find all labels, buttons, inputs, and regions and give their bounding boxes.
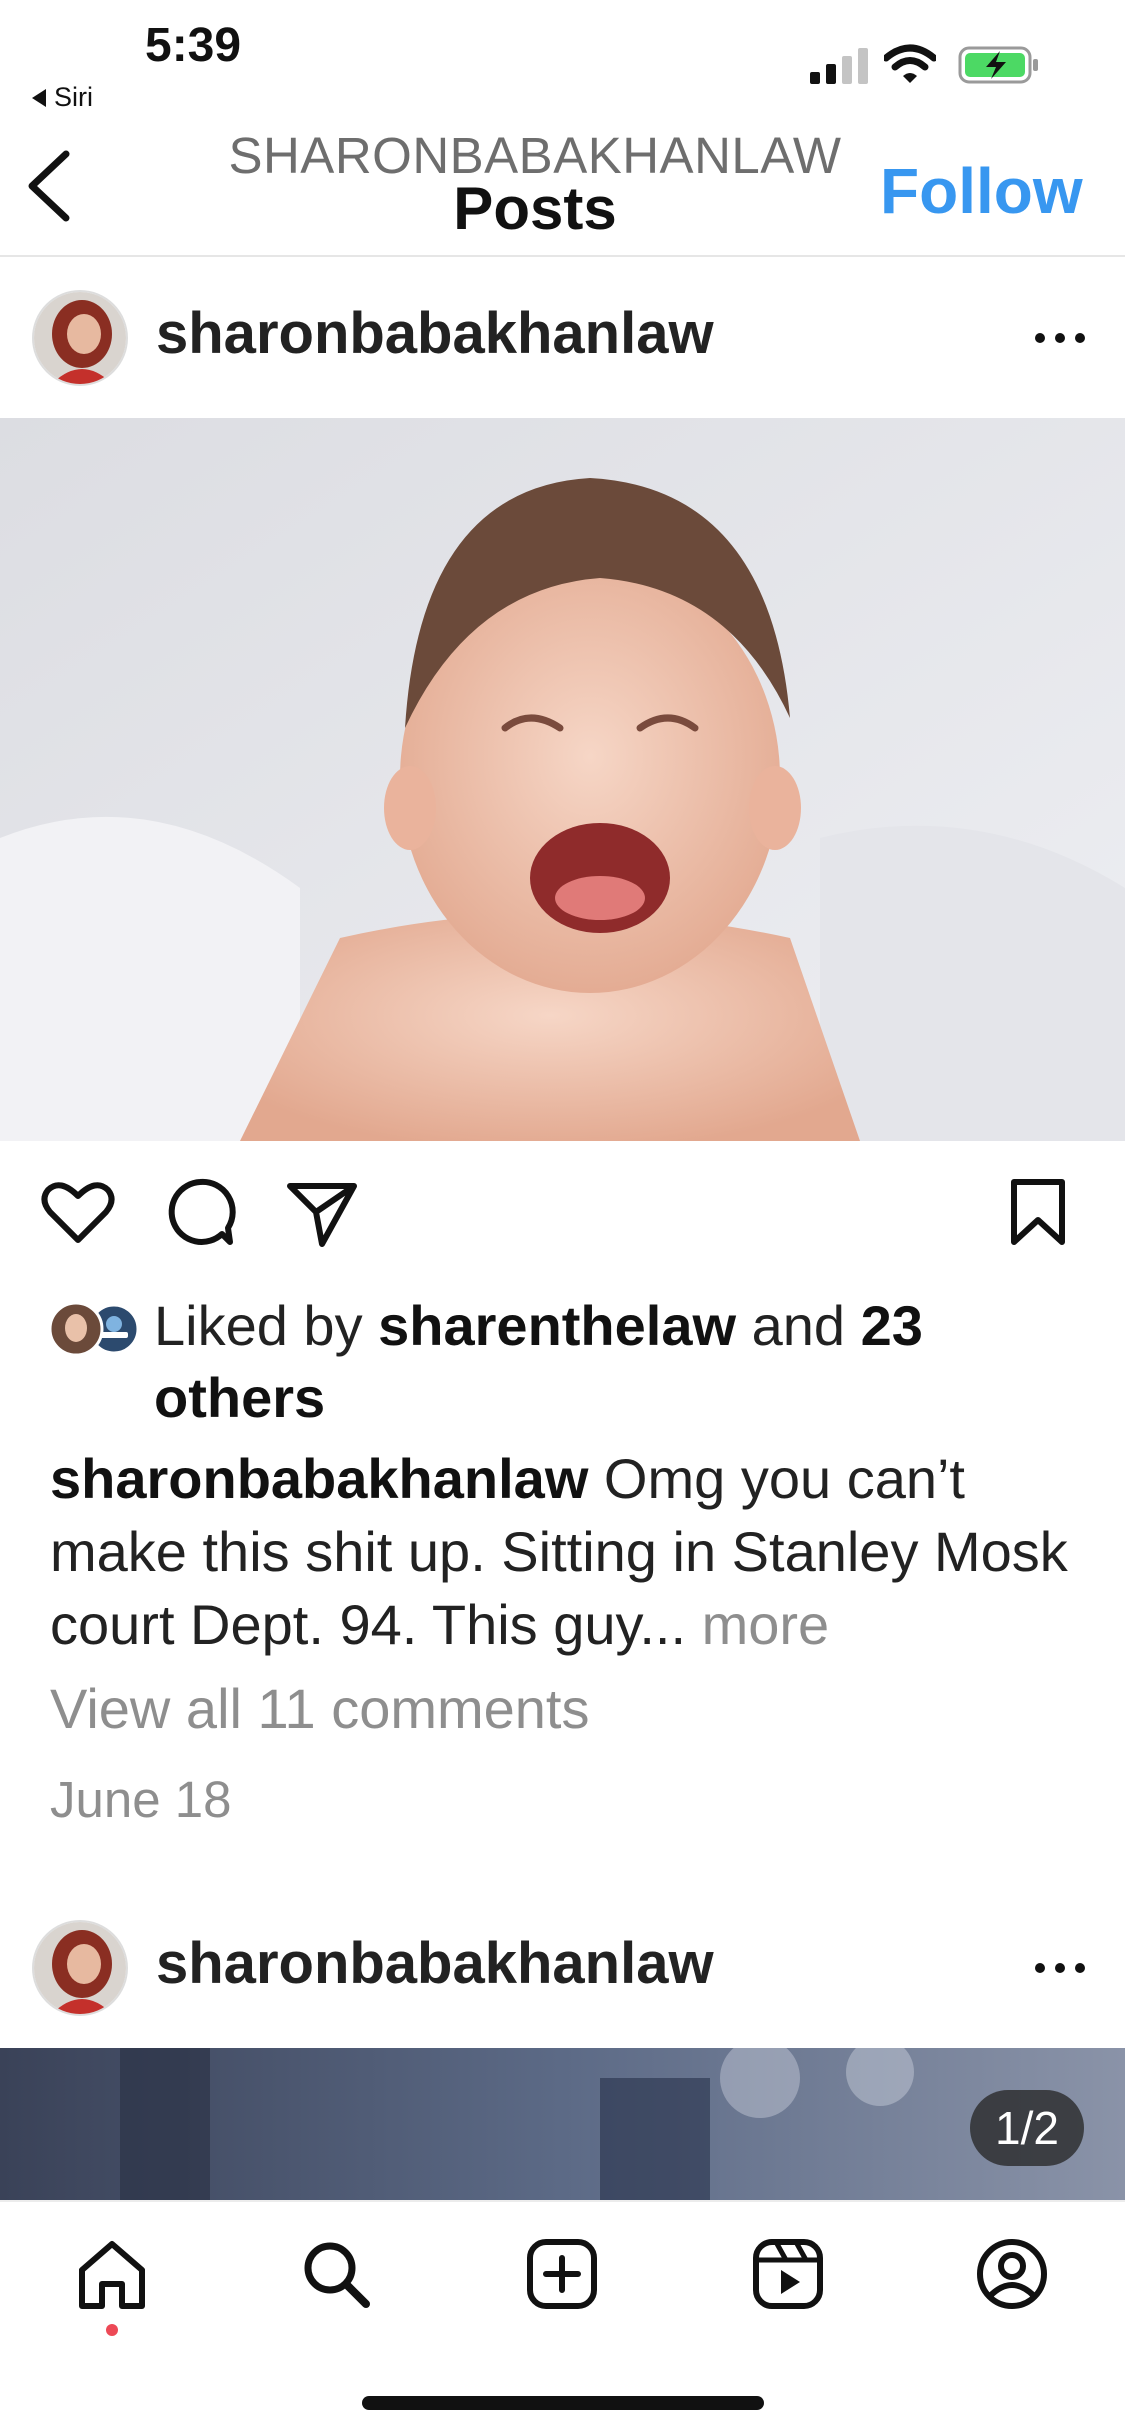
follow-button[interactable]: Follow bbox=[880, 154, 1083, 228]
post-image[interactable] bbox=[0, 418, 1125, 1141]
post-date: June 18 bbox=[50, 1771, 232, 1828]
back-to-app[interactable]: Siri bbox=[32, 82, 93, 113]
avatar-image bbox=[34, 292, 126, 384]
liked-count[interactable]: 23 bbox=[861, 1294, 923, 1357]
more-options-icon[interactable] bbox=[1030, 328, 1090, 348]
home-icon[interactable] bbox=[72, 2234, 152, 2314]
laughing-baby-photo bbox=[0, 418, 1125, 1141]
signal-icon bbox=[810, 48, 868, 84]
post-username[interactable]: sharonbabakhanlaw bbox=[156, 1930, 714, 1997]
home-indicator[interactable] bbox=[362, 2396, 764, 2410]
post-caption: sharonbabakhanlaw Omg you can’t make thi… bbox=[50, 1442, 1070, 1661]
view-comments-link[interactable]: View all 11 comments bbox=[50, 1676, 590, 1741]
post-username[interactable]: sharonbabakhanlaw bbox=[156, 300, 714, 367]
create-icon[interactable] bbox=[522, 2234, 602, 2314]
battery-charging-icon bbox=[958, 46, 1038, 84]
profile-icon[interactable] bbox=[972, 2234, 1052, 2314]
status-time: 5:39 bbox=[145, 19, 242, 72]
post-image[interactable] bbox=[0, 2048, 1125, 2200]
liked-prefix: Liked by bbox=[154, 1294, 379, 1357]
header-divider bbox=[0, 255, 1125, 257]
back-triangle-icon bbox=[32, 88, 46, 107]
liked-others[interactable]: others bbox=[154, 1366, 325, 1429]
carousel-indicator: 1/2 bbox=[970, 2090, 1084, 2166]
bookmark-icon[interactable] bbox=[998, 1172, 1078, 1252]
share-icon[interactable] bbox=[282, 1172, 362, 1252]
liked-user-link[interactable]: sharenthelaw bbox=[378, 1294, 736, 1357]
back-app-label: Siri bbox=[54, 82, 93, 112]
comment-icon[interactable] bbox=[160, 1172, 240, 1252]
wifi-icon bbox=[884, 44, 936, 83]
avatar-image bbox=[34, 1922, 126, 2014]
heart-icon[interactable] bbox=[38, 1172, 118, 1252]
liked-by-avatars bbox=[48, 1301, 140, 1357]
reels-icon[interactable] bbox=[748, 2234, 828, 2314]
liked-by-text: Liked by sharenthelaw and 23 others bbox=[154, 1290, 1054, 1434]
more-options-icon[interactable] bbox=[1030, 1958, 1090, 1978]
liked-mid: and bbox=[736, 1294, 861, 1357]
avatar[interactable] bbox=[32, 290, 128, 386]
avatar[interactable] bbox=[32, 1920, 128, 2016]
caption-more-link[interactable]: more bbox=[702, 1593, 830, 1656]
caption-username[interactable]: sharonbabakhanlaw bbox=[50, 1447, 588, 1510]
courtroom-photo bbox=[0, 2048, 1125, 2200]
search-icon[interactable] bbox=[296, 2234, 376, 2314]
notification-dot bbox=[106, 2324, 118, 2336]
